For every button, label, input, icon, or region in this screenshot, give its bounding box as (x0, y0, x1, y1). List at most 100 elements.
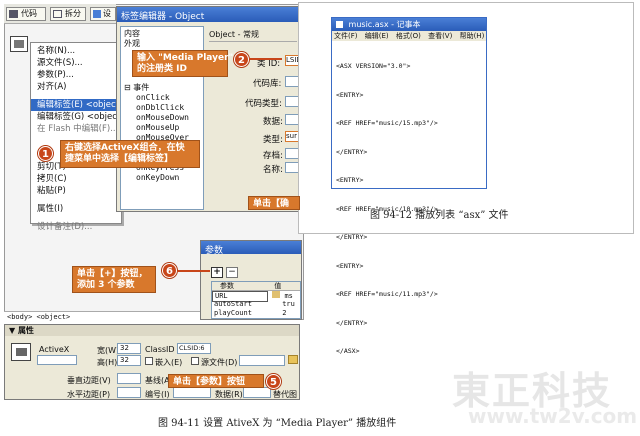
embed-label: 嵌入(E) (155, 358, 183, 367)
event-onkeydown[interactable]: onKeyDown (124, 173, 200, 183)
menu-item-design-notes[interactable]: 设计备注(D)... (31, 221, 121, 233)
menu-item-edit-tag[interactable]: 编辑标签(E) <object> (31, 99, 126, 111)
menu-item-flash-edit[interactable]: 在 Flash 中编辑(F)... (31, 123, 121, 135)
class-id-input[interactable]: LSID (285, 55, 299, 66)
params-table: 参数 值 URL ms autoStart tru playCount 2 (211, 281, 301, 319)
menu-help[interactable]: 帮助(H) (460, 32, 485, 40)
alt-label: 替代图 (273, 390, 297, 399)
callout-5: 单击【参数】按钮 (168, 374, 264, 388)
menu-format[interactable]: 格式(O) (396, 32, 421, 40)
event-onmousedown[interactable]: onMouseDown (124, 113, 200, 123)
figure-11-caption: 图 94-11 设置 AtiveX 为 “Media Player” 播放组件 (158, 418, 397, 429)
code-line: <REF HREF="music/15.mp3"/> (336, 119, 438, 127)
menu-edit[interactable]: 编辑(E) (365, 32, 389, 40)
context-menu: 名称(N)... 源文件(S)... 参数(P)... 对齐(A) 编辑标签(E… (30, 42, 127, 232)
embed-checkbox[interactable] (145, 357, 153, 365)
menu-item-copy[interactable]: 拷贝(C) (31, 173, 121, 185)
activex-placeholder-icon[interactable] (10, 36, 28, 52)
type-input[interactable]: sur (285, 131, 299, 142)
vspace-label: 垂直边距(V) (67, 376, 111, 385)
properties-header[interactable]: ▼ 属性 (5, 325, 299, 336)
menu-file[interactable]: 文件(F) (334, 32, 358, 40)
id-input[interactable] (173, 387, 211, 398)
browse-icon[interactable] (272, 291, 281, 298)
document-toolbar: 代码 拆分 设 (4, 4, 116, 24)
menu-item-edit-tag-2[interactable]: 编辑标签(G) <object> (31, 111, 127, 123)
data-label: 数据: (263, 117, 283, 127)
activex-name-input[interactable] (37, 355, 77, 365)
step-badge-1: 1 (38, 146, 53, 161)
menu-item-source[interactable]: 源文件(S)... (31, 57, 121, 69)
notepad-menubar: 文件(F) 编辑(E) 格式(O) 查看(V) 帮助(H) (332, 31, 486, 41)
codebase-input[interactable] (285, 76, 299, 87)
tree-item-appearance[interactable]: 外观 (124, 39, 200, 49)
menu-item-properties[interactable]: 属性(I) (31, 203, 121, 215)
notepad-icon (336, 21, 343, 28)
object-panel-title: Object - 常规 (209, 30, 260, 39)
height-input[interactable]: 32 (117, 355, 141, 366)
callout-3: 单击【确 (248, 196, 300, 210)
archive-input[interactable] (285, 148, 299, 159)
panel-divider (209, 41, 297, 42)
data-input[interactable] (285, 114, 299, 125)
notepad-window: music.asx - 记事本 文件(F) 编辑(E) 格式(O) 查看(V) … (331, 17, 487, 355)
menu-item-paste[interactable]: 粘贴(P) (31, 185, 121, 197)
codetype-input[interactable] (285, 96, 299, 107)
width-input[interactable]: 32 (117, 343, 141, 354)
hspace-label: 水平边距(P) (67, 390, 111, 399)
event-ondblclick[interactable]: onDblClick (124, 103, 200, 113)
data-prop-input[interactable] (243, 387, 271, 398)
source-checkbox[interactable] (191, 357, 199, 365)
notepad-title: music.asx - 记事本 (332, 18, 486, 31)
code-view-button[interactable]: 代码 (6, 7, 46, 21)
activex-icon (11, 343, 31, 361)
add-param-button[interactable]: + (211, 267, 223, 278)
folder-icon[interactable] (288, 355, 298, 364)
code-line: <ENTRY> (336, 90, 364, 99)
split-icon (53, 10, 62, 18)
code-line: </ENTRY> (336, 147, 368, 156)
table-row[interactable]: URL ms (212, 291, 300, 302)
step-badge-6: 6 (162, 263, 177, 278)
design-view-button[interactable]: 设 (90, 7, 116, 21)
event-onclick[interactable]: onClick (124, 93, 200, 103)
id-label: 编号(I) (145, 390, 170, 399)
callout-6-arrow (178, 270, 210, 272)
codebase-label: 代码库: (253, 79, 282, 89)
params-dialog: 参数 + − 参数 值 URL ms autoStart tru playCou… (200, 240, 302, 320)
callout-2: 输入 "Media Player" 的注册类 ID (132, 50, 233, 77)
event-onmouseup[interactable]: onMouseUp (124, 123, 200, 133)
tag-editor-dialog: 标签编辑器 - Object 内容 外观 ⊟ 事件 onClick onDblC… (116, 6, 300, 212)
tree-expand-icon: ⊟ (124, 83, 134, 92)
code-line: </ASX> (336, 347, 360, 355)
tag-editor-title: 标签编辑器 - Object (117, 7, 299, 22)
tree-item-events[interactable]: ⊟ 事件 (124, 83, 200, 93)
tree-item-content[interactable]: 内容 (124, 29, 200, 39)
menu-item-params[interactable]: 参数(P)... (31, 69, 121, 81)
step-badge-5: 5 (266, 374, 281, 389)
source-input[interactable] (239, 355, 285, 366)
split-view-label: 拆分 (65, 9, 81, 18)
design-view-label: 设 (103, 9, 111, 18)
remove-param-button[interactable]: − (226, 267, 238, 278)
split-view-button[interactable]: 拆分 (50, 7, 86, 21)
code-line: <ENTRY> (336, 261, 364, 270)
width-label: 宽(W) (97, 346, 120, 355)
menu-item-align[interactable]: 对齐(A) (31, 81, 121, 93)
name-input[interactable] (285, 162, 299, 173)
hspace-input[interactable] (117, 387, 141, 398)
tag-selector[interactable]: <body> <object> (4, 311, 200, 321)
menu-view[interactable]: 查看(V) (428, 32, 452, 40)
menu-item-name[interactable]: 名称(N)... (31, 45, 121, 57)
code-line: <ENTRY> (336, 176, 364, 184)
table-row[interactable]: autoStart tru (212, 300, 300, 309)
archive-label: 存档: (263, 151, 283, 161)
callout-1: 右键选择ActiveX组合，在快 捷菜单中选择【编辑标签】 (60, 140, 200, 168)
property-inspector: ▼ 属性 ActiveX 宽(W) 32 高(H) 32 ClassID CLS… (4, 324, 300, 400)
code-line: </ENTRY> (336, 318, 368, 327)
col-value-header: 值 (274, 282, 282, 290)
classid-input[interactable]: CLSID:6 (177, 343, 211, 354)
vspace-input[interactable] (117, 373, 141, 384)
params-title: 参数 (201, 241, 301, 254)
table-row[interactable]: playCount 2 (212, 309, 300, 318)
